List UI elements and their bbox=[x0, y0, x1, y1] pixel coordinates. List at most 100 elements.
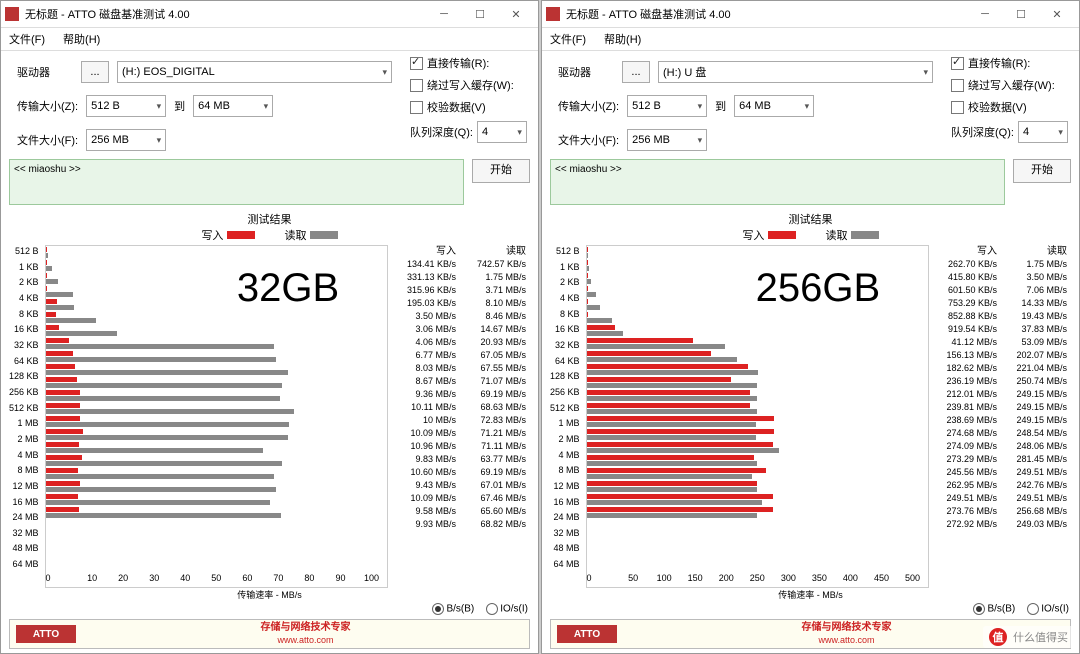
bypass-cache-checkbox[interactable] bbox=[410, 79, 423, 92]
y-tick-label: 128 KB bbox=[550, 370, 580, 383]
bs-radio[interactable] bbox=[432, 603, 444, 615]
read-value: 248.06 MB/s bbox=[1003, 440, 1073, 453]
data-row: 249.51 MB/s249.51 MB/s bbox=[933, 492, 1073, 505]
direct-transfer-checkbox[interactable] bbox=[410, 57, 423, 70]
menu-file[interactable]: 文件(F) bbox=[9, 31, 45, 47]
chart-legend: 写入 读取 bbox=[1, 227, 538, 243]
read-bar bbox=[46, 305, 75, 310]
write-value: 41.12 MB/s bbox=[933, 336, 1003, 349]
y-tick-label: 4 MB bbox=[18, 449, 39, 462]
read-value: 249.15 MB/s bbox=[1003, 414, 1073, 427]
data-row: 274.68 MB/s248.54 MB/s bbox=[933, 427, 1073, 440]
write-value: 3.50 MB/s bbox=[392, 310, 462, 323]
drive-select[interactable]: (H:) EOS_DIGITAL bbox=[117, 61, 392, 83]
y-tick-label: 1 KB bbox=[19, 261, 39, 274]
description-box[interactable]: << miaoshu >> bbox=[9, 159, 464, 205]
close-button[interactable]: ✕ bbox=[498, 2, 534, 26]
x-tick-label: 100 bbox=[356, 573, 387, 587]
description-box[interactable]: << miaoshu >> bbox=[550, 159, 1005, 205]
chart-x-axis: 0102030405060708090100 bbox=[46, 573, 387, 587]
file-size-select[interactable]: 256 MB bbox=[86, 129, 166, 151]
data-row: 3.50 MB/s8.46 MB/s bbox=[392, 310, 532, 323]
ios-radio[interactable] bbox=[1027, 603, 1039, 615]
y-tick-label: 8 MB bbox=[18, 464, 39, 477]
y-tick-label: 512 B bbox=[15, 245, 39, 258]
close-button[interactable]: ✕ bbox=[1039, 2, 1075, 26]
transfer-size-to-select[interactable]: 64 MB bbox=[193, 95, 273, 117]
read-bar bbox=[587, 396, 757, 401]
data-row: 6.77 MB/s67.05 MB/s bbox=[392, 349, 532, 362]
direct-transfer-checkbox[interactable] bbox=[951, 57, 964, 70]
chart-row bbox=[46, 324, 387, 337]
write-value: 10.09 MB/s bbox=[392, 492, 462, 505]
write-value: 4.06 MB/s bbox=[392, 336, 462, 349]
watermark-text: 什么值得买 bbox=[1013, 629, 1068, 645]
direct-transfer-checkbox-label: 直接传输(R): bbox=[968, 55, 1030, 71]
transfer-size-label: 传输大小(Z): bbox=[558, 98, 619, 114]
verify-data-checkbox[interactable] bbox=[410, 101, 423, 114]
bypass-cache-checkbox[interactable] bbox=[951, 79, 964, 92]
read-value: 71.21 MB/s bbox=[462, 427, 532, 440]
minimize-button[interactable]: ─ bbox=[967, 2, 1003, 26]
start-button[interactable]: 开始 bbox=[1013, 159, 1071, 183]
write-bar bbox=[46, 390, 81, 395]
read-bar bbox=[46, 474, 275, 479]
transfer-size-from-select[interactable]: 512 B bbox=[627, 95, 707, 117]
drive-select[interactable]: (H:) U 盘 bbox=[658, 61, 933, 83]
write-value: 315.96 KB/s bbox=[392, 284, 462, 297]
y-tick-label: 512 B bbox=[556, 245, 580, 258]
write-bar bbox=[46, 468, 78, 473]
y-tick-label: 256 KB bbox=[9, 386, 39, 399]
read-bar bbox=[46, 409, 295, 414]
watermark: 值 什么值得买 bbox=[983, 626, 1074, 648]
drive-browse-button[interactable]: ... bbox=[81, 61, 109, 83]
read-column-header: 读取 bbox=[462, 245, 532, 258]
menu-help[interactable]: 帮助(H) bbox=[63, 31, 100, 47]
menu-file[interactable]: 文件(F) bbox=[550, 31, 586, 47]
chart-row bbox=[46, 506, 387, 519]
start-button[interactable]: 开始 bbox=[472, 159, 530, 183]
read-value: 68.63 MB/s bbox=[462, 401, 532, 414]
legend-read-label: 读取 bbox=[826, 230, 848, 242]
write-bar bbox=[587, 416, 775, 421]
ios-radio[interactable] bbox=[486, 603, 498, 615]
unit-radio-group: B/s(B)IO/s(I) bbox=[542, 601, 1079, 617]
queue-depth-select[interactable]: 4 bbox=[1018, 121, 1068, 143]
read-value: 14.67 MB/s bbox=[462, 323, 532, 336]
read-value: 3.50 MB/s bbox=[1003, 271, 1073, 284]
transfer-size-to-select[interactable]: 64 MB bbox=[734, 95, 814, 117]
read-value: 71.11 MB/s bbox=[462, 440, 532, 453]
titlebar: 无标题 - ATTO 磁盘基准测试 4.00─☐✕ bbox=[542, 1, 1079, 28]
read-bar bbox=[46, 513, 281, 518]
verify-data-checkbox[interactable] bbox=[951, 101, 964, 114]
y-tick-label: 48 MB bbox=[13, 542, 39, 555]
write-value: 272.92 MB/s bbox=[933, 518, 1003, 531]
footer-url[interactable]: www.atto.com bbox=[82, 634, 529, 646]
menu-help[interactable]: 帮助(H) bbox=[604, 31, 641, 47]
bar-chart: 050100150200250300350400450500256GB bbox=[586, 245, 929, 588]
write-value: 6.77 MB/s bbox=[392, 349, 462, 362]
transfer-size-from-select[interactable]: 512 B bbox=[86, 95, 166, 117]
x-tick-label: 300 bbox=[773, 573, 804, 587]
data-row: 9.58 MB/s65.60 MB/s bbox=[392, 505, 532, 518]
chart-row bbox=[587, 389, 928, 402]
maximize-button[interactable]: ☐ bbox=[1003, 2, 1039, 26]
read-value: 65.60 MB/s bbox=[462, 505, 532, 518]
bs-radio[interactable] bbox=[973, 603, 985, 615]
minimize-button[interactable]: ─ bbox=[426, 2, 462, 26]
read-value: 67.46 MB/s bbox=[462, 492, 532, 505]
read-bar bbox=[46, 383, 282, 388]
maximize-button[interactable]: ☐ bbox=[462, 2, 498, 26]
file-size-select[interactable]: 256 MB bbox=[627, 129, 707, 151]
x-tick-label: 40 bbox=[170, 573, 201, 587]
queue-depth-select[interactable]: 4 bbox=[477, 121, 527, 143]
read-value: 72.83 MB/s bbox=[462, 414, 532, 427]
drive-browse-button[interactable]: ... bbox=[622, 61, 650, 83]
data-row: 182.62 MB/s221.04 MB/s bbox=[933, 362, 1073, 375]
read-bar bbox=[46, 487, 276, 492]
read-value: 242.76 MB/s bbox=[1003, 479, 1073, 492]
read-bar bbox=[587, 422, 757, 427]
write-value: 274.68 MB/s bbox=[933, 427, 1003, 440]
read-value: 248.54 MB/s bbox=[1003, 427, 1073, 440]
to-label: 到 bbox=[174, 98, 185, 114]
